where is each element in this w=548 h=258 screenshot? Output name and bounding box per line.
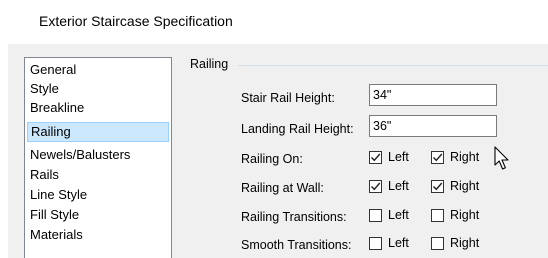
category-list[interactable]: General Style Breakline Railing Newels/B… (24, 57, 172, 258)
checkbox-label: Left (388, 179, 409, 193)
railing-transitions-label: Railing Transitions: (241, 210, 347, 224)
checkbox-box[interactable] (431, 179, 444, 193)
checkbox-box[interactable] (369, 236, 382, 250)
checkbox-box[interactable] (369, 208, 382, 222)
railing-transitions-left-checkbox[interactable]: Left (369, 208, 409, 222)
dialog-window: Exterior Staircase Specification General… (0, 0, 548, 258)
checkbox-label: Right (450, 150, 480, 164)
checkmark-icon (433, 153, 443, 161)
railing-on-left-checkbox[interactable]: Left (369, 150, 409, 164)
checkbox-box[interactable] (431, 208, 444, 222)
smooth-transitions-left-checkbox[interactable]: Left (369, 236, 409, 250)
nav-item-general[interactable]: General (27, 60, 169, 80)
railing-transitions-right-checkbox[interactable]: Right (431, 208, 479, 222)
checkbox-label: Left (388, 208, 409, 222)
landing-rail-height-label: Landing Rail Height: (241, 122, 354, 136)
mouse-pointer-icon (494, 146, 509, 170)
landing-rail-height-input[interactable] (369, 115, 497, 137)
checkbox-label: Left (388, 150, 409, 164)
nav-item-railing[interactable]: Railing (27, 122, 169, 142)
checkmark-icon (371, 182, 381, 190)
title-bar: Exterior Staircase Specification (8, 0, 548, 44)
nav-item-fill-style[interactable]: Fill Style (27, 205, 169, 225)
railing-at-wall-right-checkbox[interactable]: Right (431, 179, 479, 193)
checkbox-box[interactable] (431, 150, 444, 164)
checkbox-label: Left (388, 236, 409, 250)
nav-item-breakline[interactable]: Breakline (27, 98, 169, 118)
stair-rail-height-label: Stair Rail Height: (241, 91, 335, 105)
nav-item-newels-balusters[interactable]: Newels/Balusters (27, 145, 169, 165)
nav-item-style[interactable]: Style (27, 79, 169, 99)
group-divider (238, 65, 548, 66)
railing-at-wall-left-checkbox[interactable]: Left (369, 179, 409, 193)
stair-rail-height-input[interactable] (369, 84, 497, 106)
railing-at-wall-label: Railing at Wall: (241, 181, 324, 195)
checkbox-box[interactable] (431, 236, 444, 250)
railing-group-label: Railing (190, 57, 233, 71)
smooth-transitions-label: Smooth Transitions: (241, 238, 352, 252)
nav-item-rails[interactable]: Rails (27, 165, 169, 185)
checkbox-box[interactable] (369, 179, 382, 193)
railing-on-label: Railing On: (241, 152, 303, 166)
checkbox-label: Right (450, 179, 480, 193)
checkbox-box[interactable] (369, 150, 382, 164)
checkbox-label: Right (450, 208, 480, 222)
checkmark-icon (371, 153, 381, 161)
checkmark-icon (433, 182, 443, 190)
dialog-title: Exterior Staircase Specification (39, 13, 233, 29)
nav-item-line-style[interactable]: Line Style (27, 185, 169, 205)
checkbox-label: Right (450, 236, 480, 250)
smooth-transitions-right-checkbox[interactable]: Right (431, 236, 479, 250)
nav-item-materials[interactable]: Materials (27, 225, 169, 245)
railing-on-right-checkbox[interactable]: Right (431, 150, 479, 164)
